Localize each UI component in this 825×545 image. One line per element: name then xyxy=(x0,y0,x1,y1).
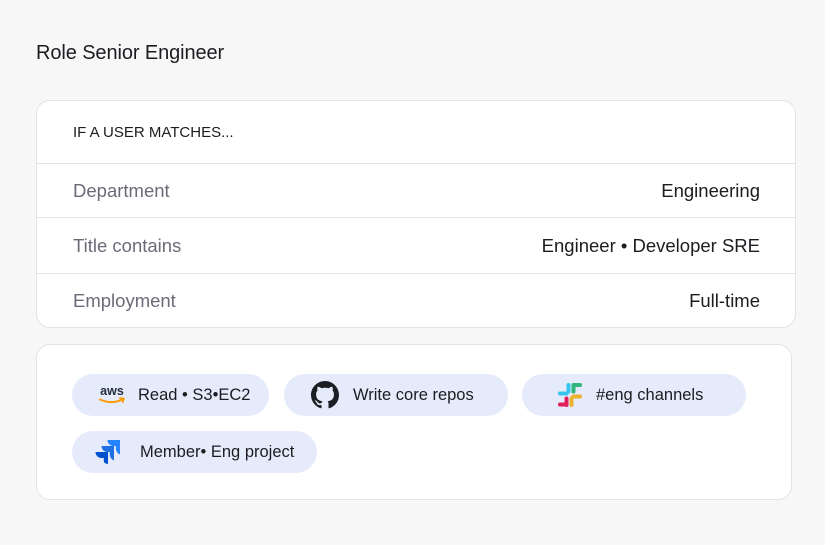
rules-header: IF A USER MATCHES... xyxy=(37,101,795,164)
grant-chip-github[interactable]: Write core repos xyxy=(284,374,508,416)
grant-label: #eng channels xyxy=(596,385,704,404)
access-grants-card: aws Read • S3•EC2 Write core repos #eng … xyxy=(36,344,792,500)
page-title: Role Senior Engineer xyxy=(36,42,225,64)
svg-text:aws: aws xyxy=(100,384,124,398)
aws-icon: aws xyxy=(96,384,128,406)
slack-icon xyxy=(556,382,584,408)
rule-row-employment[interactable]: Employment Full-time xyxy=(37,274,795,327)
rule-label: Department xyxy=(73,179,170,201)
rule-row-department[interactable]: Department Engineering xyxy=(37,164,795,218)
rule-row-title-contains[interactable]: Title contains Engineer • Developer SRE xyxy=(37,218,795,274)
rule-label: Employment xyxy=(73,290,176,311)
github-icon xyxy=(310,381,340,409)
rule-value: Engineer • Developer SRE xyxy=(541,234,760,256)
match-rules-card: IF A USER MATCHES... Department Engineer… xyxy=(36,100,796,328)
rule-value: Engineering xyxy=(661,179,760,201)
rule-label: Title contains xyxy=(73,234,182,256)
jira-icon xyxy=(94,439,122,465)
grant-chip-slack[interactable]: #eng channels xyxy=(522,374,746,416)
grant-label: Member• Eng project xyxy=(140,442,295,461)
grant-chip-aws[interactable]: aws Read • S3•EC2 xyxy=(72,374,269,416)
grant-label: Read • S3•EC2 xyxy=(138,385,251,404)
grant-chip-jira[interactable]: Member• Eng project xyxy=(72,431,317,473)
grant-label: Write core repos xyxy=(353,385,474,404)
rule-value: Full-time xyxy=(689,290,760,311)
